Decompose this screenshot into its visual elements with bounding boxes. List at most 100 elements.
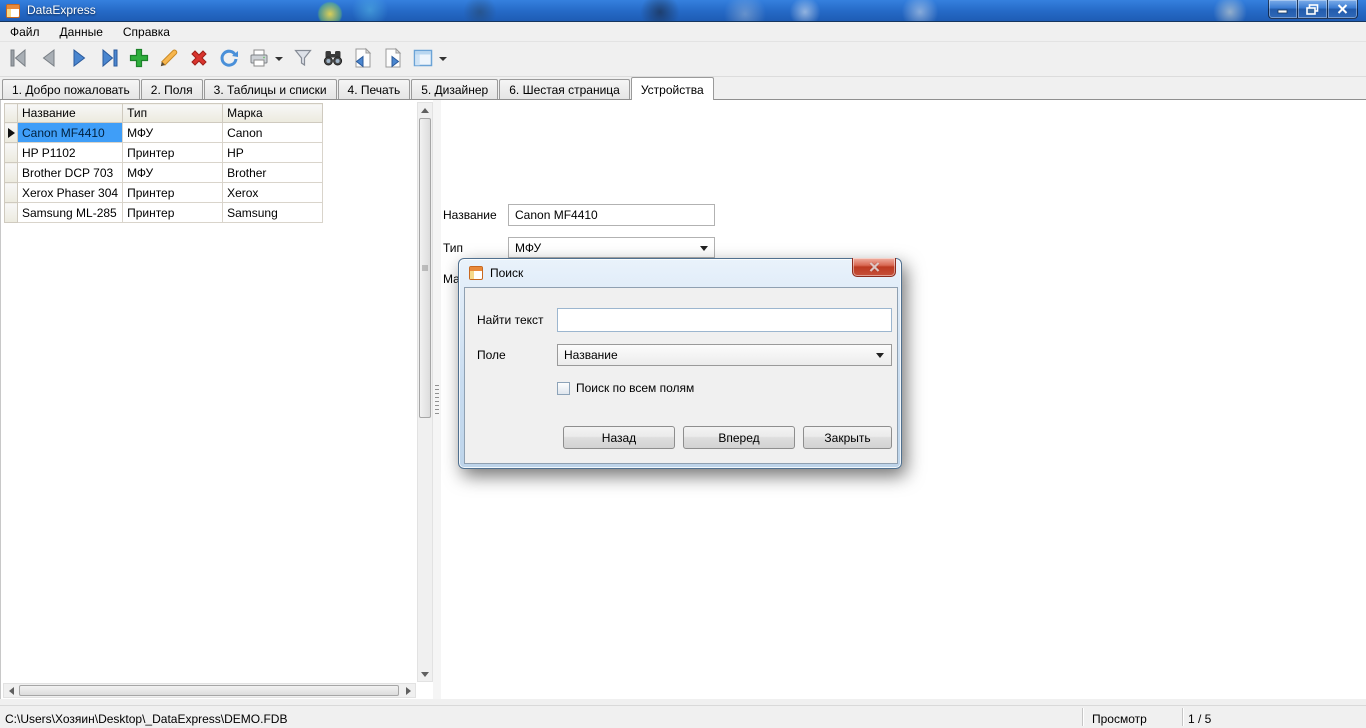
tab-6[interactable]: 6. Шестая страница xyxy=(499,79,630,100)
grid-column-header[interactable]: Марка xyxy=(222,103,324,123)
form-view-button[interactable] xyxy=(408,44,438,74)
add-record-button[interactable] xyxy=(124,44,154,74)
dialog-close-button[interactable] xyxy=(852,258,896,277)
name-input[interactable]: Canon MF4410 xyxy=(508,204,715,226)
grid-cell[interactable]: HP P1102 xyxy=(16,142,124,163)
scroll-right-button[interactable] xyxy=(401,684,415,697)
panel-splitter[interactable] xyxy=(433,100,441,699)
tabbar: 1. Добро пожаловать 2. Поля 3. Таблицы и с… xyxy=(0,77,1366,100)
data-grid[interactable]: Название Тип Марка Canon MF4410 МФУ Canon HP P… xyxy=(4,103,324,223)
grid-row[interactable]: Canon MF4410 МФУ Canon xyxy=(4,122,324,143)
go-back-button[interactable] xyxy=(348,44,378,74)
grid-cell[interactable]: Xerox xyxy=(222,182,324,203)
search-all-fields-label: Поиск по всем полям xyxy=(576,381,695,395)
grid-row[interactable]: Samsung ML-285 Принтер Samsung xyxy=(4,202,324,223)
menubar: Файл Данные Справка xyxy=(0,22,1366,42)
find-text-input[interactable] xyxy=(557,308,892,332)
tab-7[interactable]: Устройства xyxy=(630,77,714,100)
search-dialog-titlebar: Поиск xyxy=(459,259,901,286)
go-back-icon xyxy=(351,46,375,73)
refresh-button[interactable] xyxy=(214,44,244,74)
grid-row[interactable]: Xerox Phaser 304 Принтер Xerox xyxy=(4,182,324,203)
record-counter: 1 / 5 xyxy=(1188,712,1212,726)
app-icon xyxy=(6,4,20,18)
edit-record-button[interactable] xyxy=(154,44,184,74)
form-row: Тип МФУ xyxy=(443,237,715,258)
grid-cell[interactable]: HP xyxy=(222,142,324,163)
next-record-button[interactable] xyxy=(64,44,94,74)
horizontal-scrollbar[interactable] xyxy=(3,683,416,698)
go-forward-button[interactable] xyxy=(378,44,408,74)
menu-item-Справка[interactable]: Справка xyxy=(113,23,180,41)
menu-item-Данные[interactable]: Данные xyxy=(50,23,113,41)
current-row-arrow-icon xyxy=(7,127,15,138)
first-record-button[interactable] xyxy=(4,44,34,74)
tab-3[interactable]: 3. Таблицы и списки xyxy=(203,79,337,100)
refresh-icon xyxy=(217,46,241,73)
close-button[interactable] xyxy=(1328,0,1358,19)
grid-cell[interactable]: Принтер xyxy=(122,202,224,223)
row-indicator-cell xyxy=(4,162,18,183)
find-text-label: Найти текст xyxy=(477,313,544,327)
row-indicator-cell xyxy=(4,202,18,223)
form-view-dropdown-arrow-icon[interactable] xyxy=(439,57,447,61)
grid-cell[interactable]: МФУ xyxy=(122,122,224,143)
scroll-down-button[interactable] xyxy=(418,667,432,681)
menu-item-Файл[interactable]: Файл xyxy=(0,23,50,41)
tab-2[interactable]: 2. Поля xyxy=(140,79,203,100)
combo-value: МФУ xyxy=(515,240,542,255)
prev-record-button[interactable] xyxy=(34,44,64,74)
grid-cell[interactable]: Brother xyxy=(222,162,324,183)
form-row: Название Canon MF4410 xyxy=(443,204,715,226)
statusbar: C:\Users\Хозяин\Desktop\_DataExpress\DEM… xyxy=(0,700,1366,728)
search-dialog: Поиск Найти текст Поле Название Поиск по… xyxy=(458,258,902,469)
forward-button[interactable]: Вперед xyxy=(683,426,795,449)
grid-column-header[interactable]: Название xyxy=(16,103,124,123)
scroll-up-button[interactable] xyxy=(418,103,432,117)
grid-cell[interactable]: Samsung xyxy=(222,202,324,223)
close-dialog-button[interactable]: Закрыть xyxy=(803,426,892,449)
grid-row[interactable]: HP P1102 Принтер HP xyxy=(4,142,324,163)
window-title: DataExpress xyxy=(27,3,96,17)
field-combobox[interactable]: Название xyxy=(557,344,892,366)
tab-4[interactable]: 4. Печать xyxy=(337,79,411,100)
search-dialog-body: Найти текст Поле Название Поиск по всем … xyxy=(464,287,898,464)
search-all-fields-checkbox[interactable] xyxy=(557,381,570,395)
row-indicator-cell xyxy=(4,122,18,143)
tab-1[interactable]: 1. Добро пожаловать xyxy=(2,79,140,100)
scroll-left-button[interactable] xyxy=(4,684,18,697)
vertical-scrollbar[interactable] xyxy=(417,102,433,682)
print-dropdown-arrow-icon[interactable] xyxy=(275,57,283,61)
grid-cell[interactable]: Samsung ML-285 xyxy=(16,202,124,223)
back-button[interactable]: Назад xyxy=(563,426,675,449)
print-button[interactable] xyxy=(244,44,274,74)
тип-combobox[interactable]: МФУ xyxy=(508,237,715,258)
vertical-scroll-thumb[interactable] xyxy=(419,118,431,418)
grid-column-header[interactable]: Тип xyxy=(122,103,224,123)
dialog-button-row: Назад Вперед Закрыть xyxy=(563,426,892,449)
prev-record-icon xyxy=(37,46,61,73)
grid-row[interactable]: Brother DCP 703 МФУ Brother xyxy=(4,162,324,183)
grid-cell[interactable]: Xerox Phaser 304 xyxy=(16,182,124,203)
grid-cell[interactable]: Canon xyxy=(222,122,324,143)
find-button[interactable] xyxy=(318,44,348,74)
horizontal-scroll-thumb[interactable] xyxy=(19,685,399,696)
field-label-2: Тип xyxy=(443,240,464,255)
grid-cell[interactable]: Принтер xyxy=(122,182,224,203)
filter-button[interactable] xyxy=(288,44,318,74)
last-record-button[interactable] xyxy=(94,44,124,74)
search-dialog-title: Поиск xyxy=(490,265,524,280)
grid-panel: Название Тип Марка Canon MF4410 МФУ Canon HP P… xyxy=(0,100,433,699)
grid-cell[interactable]: Canon MF4410 xyxy=(16,122,124,143)
chevron-down-icon xyxy=(876,353,884,358)
grid-cell[interactable]: Принтер xyxy=(122,142,224,163)
grid-cell[interactable]: МФУ xyxy=(122,162,224,183)
last-record-icon xyxy=(97,46,121,73)
filter-icon xyxy=(291,46,315,73)
restore-button[interactable] xyxy=(1298,0,1328,19)
find-icon xyxy=(321,46,345,73)
grid-cell[interactable]: Brother DCP 703 xyxy=(16,162,124,183)
tab-5[interactable]: 5. Дизайнер xyxy=(411,79,499,100)
minimize-button[interactable] xyxy=(1268,0,1298,19)
delete-record-button[interactable] xyxy=(184,44,214,74)
